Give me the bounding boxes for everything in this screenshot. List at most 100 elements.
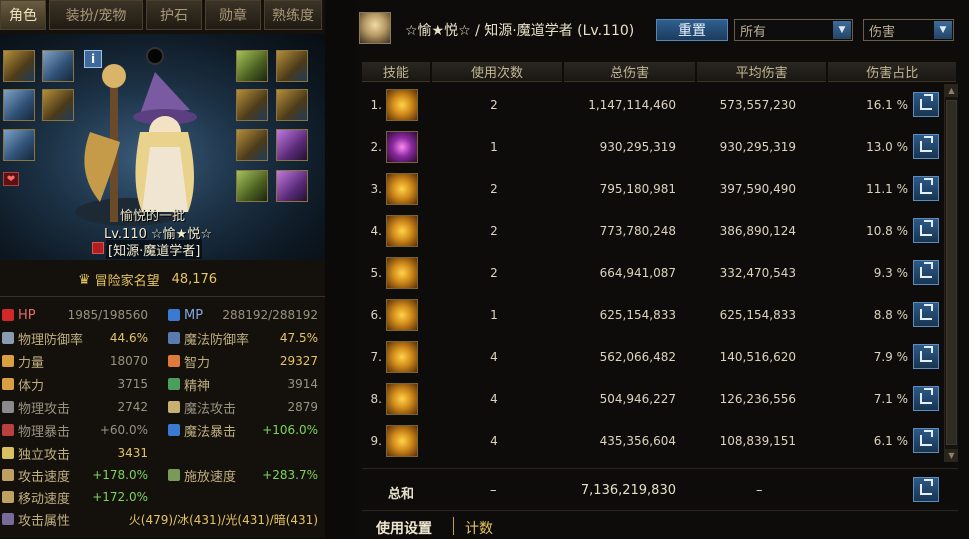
tab-talisman[interactable]: 护石 bbox=[146, 0, 202, 30]
equip-slot-pants[interactable] bbox=[3, 129, 35, 161]
share-icon bbox=[920, 479, 933, 495]
share-icon bbox=[920, 262, 933, 278]
share-button[interactable] bbox=[913, 134, 939, 159]
table-row[interactable]: 6. 1 625,154,833 625,154,833 8.8 % bbox=[362, 294, 942, 337]
intelligence-icon bbox=[168, 355, 180, 367]
scroll-down-icon[interactable]: ▼ bbox=[945, 449, 958, 462]
skill-icon bbox=[386, 257, 418, 289]
stat-mag-atk: 魔法攻击 2879 bbox=[168, 396, 318, 418]
equip-slot-shoes[interactable] bbox=[276, 170, 308, 202]
equip-slot-belt[interactable] bbox=[236, 170, 268, 202]
stat-move-speed: 移动速度 +172.0% bbox=[2, 486, 148, 508]
stat-mp: MP 288192/288192 bbox=[168, 304, 318, 326]
chevron-down-icon[interactable]: ▼ bbox=[833, 21, 851, 39]
bottom-tabs: 使用设置 计数 bbox=[362, 510, 958, 539]
stat-hp: HP 1985/198560 bbox=[2, 304, 148, 326]
reset-button[interactable]: 重置 bbox=[656, 19, 728, 41]
character-panel: 角色 装扮/宠物 护石 勋章 熟练度 i ❤ 愉悦的一批 Lv.110 ☆愉★悦… bbox=[0, 0, 325, 538]
stat-phys-crit: 物理暴击 +60.0% bbox=[2, 419, 148, 441]
stat-element: 攻击属性 火(479)/冰(431)/光(431)/暗(431) bbox=[2, 508, 318, 530]
col-skill[interactable]: 技能 bbox=[362, 62, 430, 82]
page-title: ☆愉★悦☆ / 知源·魔道学者 (Lv.110) bbox=[405, 23, 635, 39]
skill-icon bbox=[386, 215, 418, 247]
equip-slot-weapon[interactable] bbox=[3, 50, 35, 82]
equip-slot-bracelet[interactable] bbox=[276, 50, 308, 82]
col-use-count[interactable]: 使用次数 bbox=[431, 62, 563, 82]
character-tabs: 角色 装扮/宠物 护石 勋章 熟练度 bbox=[0, 0, 325, 33]
stat-phys-def: 物理防御率 44.6% bbox=[2, 327, 148, 349]
crown-icon: ♛ bbox=[78, 271, 91, 288]
table-row[interactable]: 2. 1 930,295,319 930,295,319 13.0 % bbox=[362, 126, 942, 169]
shield-icon bbox=[2, 332, 14, 344]
share-icon bbox=[920, 346, 933, 362]
stat-atk-speed: 攻击速度 +178.0% bbox=[2, 464, 148, 486]
share-button[interactable] bbox=[913, 386, 939, 411]
share-button[interactable] bbox=[913, 302, 939, 327]
table-row[interactable]: 4. 2 773,780,248 386,890,124 10.8 % bbox=[362, 210, 942, 253]
sword-icon bbox=[2, 401, 14, 413]
stat-str: 力量 18070 bbox=[2, 350, 148, 372]
total-label: 总和 bbox=[388, 487, 415, 502]
share-button[interactable] bbox=[913, 176, 939, 201]
total-row: 总和 – 7,136,219,830 – bbox=[362, 468, 958, 511]
skill-icon bbox=[386, 131, 418, 163]
share-button[interactable] bbox=[913, 92, 939, 117]
table-row[interactable]: 9. 4 435,356,604 108,839,151 6.1 % bbox=[362, 420, 942, 463]
share-icon bbox=[920, 304, 933, 320]
col-damage-share[interactable]: 伤害占比 bbox=[828, 62, 956, 82]
table-header: 技能 使用次数 总伤害 平均伤害 伤害占比 bbox=[362, 62, 958, 82]
share-icon bbox=[920, 94, 933, 110]
table-row[interactable]: 5. 2 664,941,087 332,470,543 9.3 % bbox=[362, 252, 942, 295]
hp-icon bbox=[2, 309, 14, 321]
table-row[interactable]: 7. 4 562,066,482 140,516,620 7.9 % bbox=[362, 336, 942, 379]
share-icon bbox=[920, 430, 933, 446]
tab-count[interactable]: 计数 bbox=[465, 518, 493, 538]
tab-proficiency[interactable]: 熟练度 bbox=[264, 0, 322, 30]
share-button[interactable] bbox=[913, 477, 939, 502]
element-icon bbox=[2, 513, 14, 525]
skill-icon bbox=[386, 299, 418, 331]
share-button[interactable] bbox=[913, 428, 939, 453]
skill-icon bbox=[386, 425, 418, 457]
character-name: 愉悦的一批 bbox=[120, 209, 186, 224]
col-total-damage[interactable]: 总伤害 bbox=[564, 62, 695, 82]
share-button[interactable] bbox=[913, 260, 939, 285]
chevron-down-icon[interactable]: ▼ bbox=[934, 21, 952, 39]
equip-slot-support[interactable] bbox=[276, 89, 308, 121]
magic-shield-icon bbox=[168, 332, 180, 344]
mp-icon bbox=[168, 309, 180, 321]
equip-slot-ring[interactable] bbox=[236, 89, 268, 121]
filter-select-scope[interactable]: 所有 ▼ bbox=[734, 19, 853, 41]
stat-phys-atk: 物理攻击 2742 bbox=[2, 396, 148, 418]
tab-avatar-pet[interactable]: 装扮/宠物 bbox=[49, 0, 143, 30]
scrollbar-thumb[interactable] bbox=[946, 100, 957, 445]
stat-cast-speed: 施放速度 +283.7% bbox=[168, 464, 318, 486]
stat-spi: 精神 3914 bbox=[168, 373, 318, 395]
table-scrollbar[interactable]: ▲ ▼ bbox=[944, 84, 958, 462]
scroll-up-icon[interactable]: ▲ bbox=[945, 84, 958, 97]
cast-speed-icon bbox=[168, 469, 180, 481]
skill-icon bbox=[386, 173, 418, 205]
share-button[interactable] bbox=[913, 344, 939, 369]
tab-medal[interactable]: 勋章 bbox=[205, 0, 261, 30]
class-icon bbox=[92, 242, 104, 254]
share-button[interactable] bbox=[913, 218, 939, 243]
magic-attack-icon bbox=[168, 401, 180, 413]
tab-divider bbox=[453, 517, 454, 535]
equip-slot-necklace[interactable] bbox=[236, 50, 268, 82]
total-average: – bbox=[756, 483, 763, 498]
total-count: – bbox=[490, 483, 497, 498]
col-average-damage[interactable]: 平均伤害 bbox=[696, 62, 827, 82]
table-row[interactable]: 8. 4 504,946,227 126,236,556 7.1 % bbox=[362, 378, 942, 421]
equip-slot-earring[interactable] bbox=[276, 129, 308, 161]
heart-icon[interactable]: ❤ bbox=[3, 172, 19, 186]
equip-slot-top[interactable] bbox=[3, 89, 35, 121]
tab-character[interactable]: 角色 bbox=[0, 0, 46, 30]
table-row[interactable]: 1. 2 1,147,114,460 573,557,230 16.1 % bbox=[362, 84, 942, 127]
table-row[interactable]: 3. 2 795,180,981 397,590,490 11.1 % bbox=[362, 168, 942, 211]
stat-mag-crit: 魔法暴击 +106.0% bbox=[168, 419, 318, 441]
skill-icon bbox=[386, 341, 418, 373]
filter-select-metric[interactable]: 伤害 ▼ bbox=[863, 19, 954, 41]
tab-usage-settings[interactable]: 使用设置 bbox=[376, 518, 432, 538]
equip-slot-magic-stone[interactable] bbox=[236, 129, 268, 161]
